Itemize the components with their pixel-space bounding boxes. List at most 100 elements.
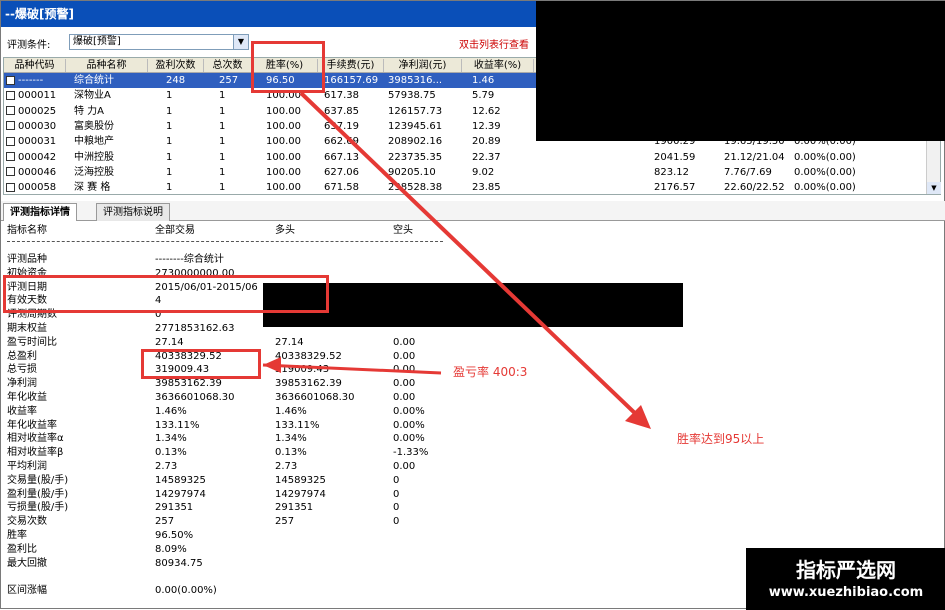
chevron-down-icon[interactable]: ▼ [233, 35, 248, 49]
metric-name: 亏损量(股/手) [7, 502, 69, 514]
col-code[interactable]: 品种代码 [4, 59, 66, 72]
metric-all: 257 [155, 516, 175, 528]
col-profit[interactable]: 净利润(元) [384, 59, 462, 72]
row-checkbox[interactable] [6, 90, 15, 100]
cell-name: 特 力A [74, 105, 105, 117]
cell-fee: 671.58 [324, 182, 359, 194]
metric-row: 评测品种 --------综合统计 [3, 253, 563, 267]
cell-extra3: 0.00%(0.00) [794, 151, 856, 163]
tab-metric-description[interactable]: 评测指标说明 [96, 203, 170, 221]
metric-name: 年化收益率 [7, 419, 57, 431]
all-trades-header: 全部交易 [155, 225, 195, 236]
cell-extra2: 7.76/7.69 [724, 166, 772, 178]
metric-long: 27.14 [275, 336, 304, 348]
metric-name: 盈利比 [7, 543, 37, 555]
col-name[interactable]: 品种名称 [66, 59, 148, 72]
metric-row: 盈利量(股/手) 14297974 14297974 0 [3, 488, 563, 502]
metric-long: 40338329.52 [275, 350, 342, 362]
cell-code: ------- [6, 73, 43, 88]
metric-long: 319009.43 [275, 364, 330, 376]
metric-name: 交易量(股/手) [7, 474, 69, 486]
cell-code: 000025 [6, 104, 56, 119]
metric-long: 14589325 [275, 474, 326, 486]
row-checkbox[interactable] [6, 167, 15, 177]
row-checkbox[interactable] [6, 121, 15, 131]
cell-name: 泛海控股 [74, 166, 114, 178]
cell-profit: 238528.38 [388, 182, 443, 194]
cell-total: 1 [219, 166, 226, 178]
cell-code: 000030 [6, 119, 56, 134]
metric-all: 2771853162.63 [155, 323, 235, 334]
metric-name: 期末权益 [7, 323, 47, 334]
cell-extra3: 0.00%(0.00) [794, 166, 856, 178]
tab-metric-details[interactable]: 评测指标详情 [3, 203, 77, 221]
metric-all: 2.73 [155, 461, 178, 472]
cell-extra3: 0.00%(0.00) [794, 182, 856, 194]
metric-row: 盈利比 8.09% [3, 543, 563, 557]
metric-all: 133.11% [155, 419, 200, 431]
filter-hint: 双击列表行查看 [459, 40, 529, 51]
cell-rate: 100.00 [266, 151, 301, 163]
metric-long: 3636601068.30 [275, 392, 355, 403]
metric-row: 区间涨幅 0.00(0.00%) [3, 584, 563, 598]
metric-name: 盈利量(股/手) [7, 488, 69, 500]
cell-code: 000011 [6, 88, 56, 103]
col-total[interactable]: 总次数 [204, 59, 252, 72]
row-checkbox[interactable] [6, 75, 15, 85]
row-checkbox[interactable] [6, 182, 15, 192]
cell-fee: 667.13 [324, 151, 359, 163]
row-checkbox[interactable] [6, 136, 15, 146]
metric-all: 14297974 [155, 488, 206, 500]
condition-select-value: 爆破[预警] [73, 36, 121, 47]
cell-code-text: 000046 [18, 166, 57, 178]
cell-ret: 23.85 [472, 182, 501, 194]
col-fee[interactable]: 手续费(元) [318, 59, 384, 72]
cell-code-text: 000030 [18, 120, 57, 132]
cell-total: 1 [219, 105, 226, 117]
metric-long: 0.13% [275, 447, 307, 459]
metric-name: 最大回撤 [7, 557, 47, 569]
cell-code-text: 000031 [18, 136, 57, 148]
metric-all: 39853162.39 [155, 378, 222, 390]
metric-name: 盈亏时间比 [7, 336, 57, 348]
date-highlight [3, 275, 329, 313]
short-header: 空头 [393, 225, 413, 236]
divider [7, 241, 443, 242]
scroll-down-icon[interactable]: ▼ [927, 182, 941, 194]
metric-name: 年化收益 [7, 392, 47, 403]
metric-short: 0.00 [393, 336, 416, 348]
metric-name: 总盈利 [7, 350, 37, 362]
cell-code: 000042 [6, 150, 56, 165]
metric-name: 胜率 [7, 530, 27, 541]
col-return[interactable]: 收益率(%) [462, 59, 534, 72]
watermark-url: www.xuezhibiao.com [768, 585, 924, 600]
cell-code-text: 000042 [18, 151, 57, 163]
cell-code-text: ------- [18, 75, 44, 86]
condition-select[interactable]: 爆破[预警] ▼ [69, 34, 249, 50]
cell-total: 1 [219, 136, 226, 148]
cell-extra1: 823.12 [654, 166, 689, 178]
metric-row: 平均利润 2.73 2.73 0.00 [3, 460, 563, 474]
metric-row: 胜率 96.50% [3, 529, 563, 543]
window-title: --爆破[预警] [1, 1, 536, 27]
metric-row: 年化收益率 133.11% 133.11% 0.00% [3, 419, 563, 433]
row-checkbox[interactable] [6, 152, 15, 161]
col-wins[interactable]: 盈利次数 [148, 59, 204, 72]
cell-fee: 627.06 [324, 166, 359, 178]
long-header: 多头 [275, 225, 295, 236]
cell-wins: 1 [166, 151, 173, 163]
detail-tabs: 评测指标详情 评测指标说明 [1, 201, 945, 221]
cell-code-text: 000058 [18, 182, 57, 194]
metric-name-header: 指标名称 [7, 225, 47, 236]
cell-code-text: 000011 [18, 90, 57, 102]
metric-long: 39853162.39 [275, 378, 342, 390]
cell-ret: 12.62 [472, 105, 501, 117]
cell-extra1: 2041.59 [654, 151, 696, 163]
table-row[interactable]: 000042 中洲控股 1 1 100.00 667.13 223735.35 22.37 20… [4, 150, 940, 165]
row-checkbox[interactable] [6, 106, 15, 116]
cell-wins: 1 [166, 182, 173, 194]
table-row[interactable]: 000046 泛海控股 1 1 100.00 627.06 90205.10 9.02 823.… [4, 165, 940, 180]
watermark-title: 指标严选网 [796, 558, 896, 582]
cell-code: 000046 [6, 165, 56, 180]
table-row[interactable]: 000058 深 赛 格 1 1 100.00 671.58 238528.38 23.85 2… [4, 180, 940, 195]
